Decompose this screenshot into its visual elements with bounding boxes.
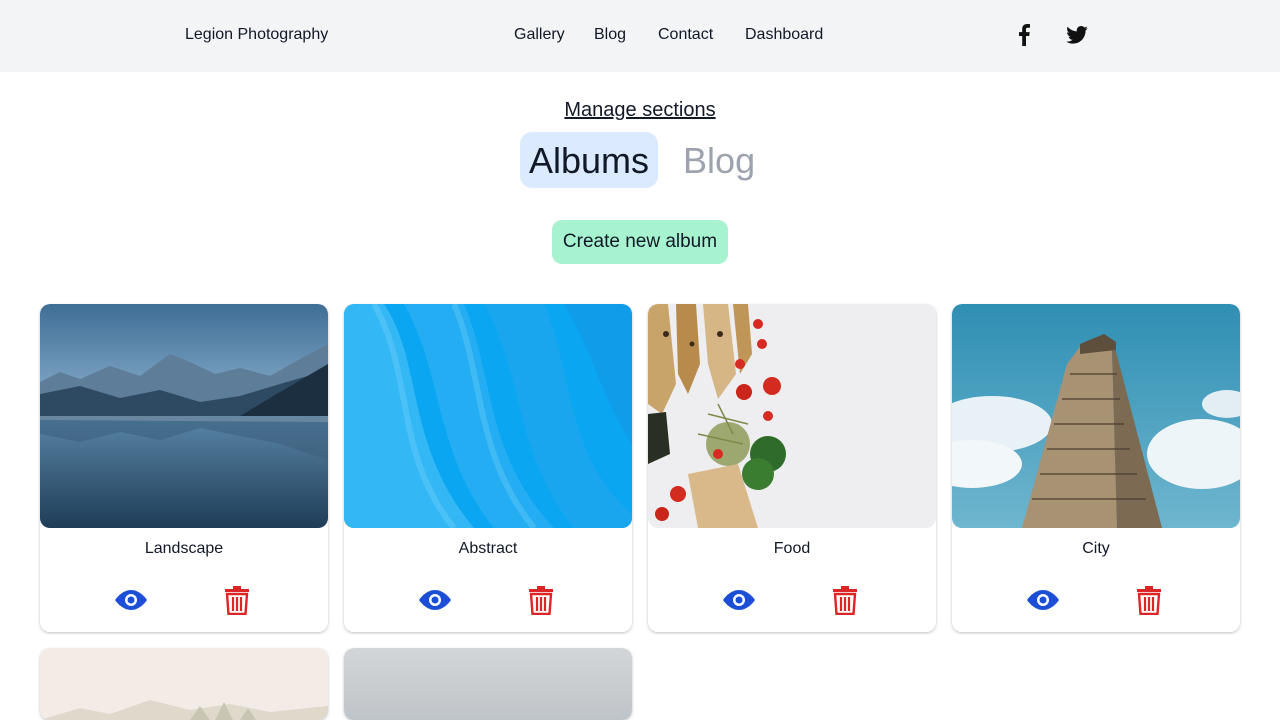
brand-link[interactable]: Legion Photography (185, 26, 328, 44)
tab-blog[interactable]: Blog (674, 132, 764, 188)
manage-sections-title[interactable]: Manage sections (0, 99, 1280, 122)
album-card-city: City (952, 304, 1240, 632)
nav-contact[interactable]: Contact (658, 26, 713, 44)
tab-albums[interactable]: Albums (520, 132, 659, 188)
album-title: Food (773, 540, 811, 557)
nav-blog[interactable]: Blog (594, 26, 626, 44)
trash-icon[interactable] (523, 582, 559, 618)
section-tabs: Albums Blog (520, 132, 764, 188)
album-card-food: Food (648, 304, 936, 632)
album-thumbnail[interactable] (344, 648, 632, 720)
album-thumbnail-city[interactable] (952, 304, 1240, 528)
album-thumbnail-abstract[interactable] (344, 304, 632, 528)
album-title: City (1082, 540, 1110, 557)
eye-icon[interactable] (1025, 582, 1061, 618)
album-card-abstract: Abstract (344, 304, 632, 632)
album-title: Abstract (458, 540, 518, 557)
eye-icon[interactable] (721, 582, 757, 618)
nav-dashboard[interactable]: Dashboard (745, 26, 823, 44)
top-navbar: Legion Photography Gallery Blog Contact … (0, 0, 1280, 72)
album-card-misty-forest (40, 648, 328, 720)
album-thumbnail[interactable] (40, 648, 328, 720)
album-thumbnail-landscape[interactable] (40, 304, 328, 528)
album-thumbnail-food[interactable] (648, 304, 936, 528)
twitter-icon[interactable] (1064, 22, 1090, 48)
facebook-icon[interactable] (1011, 22, 1037, 48)
trash-icon[interactable] (1131, 582, 1167, 618)
album-card-landscape: Landscape (40, 304, 328, 632)
nav-gallery[interactable]: Gallery (514, 26, 565, 44)
trash-icon[interactable] (219, 582, 255, 618)
trash-icon[interactable] (827, 582, 863, 618)
eye-icon[interactable] (417, 582, 453, 618)
album-title: Landscape (144, 540, 224, 557)
album-card-grey-sky (344, 648, 632, 720)
create-album-button[interactable]: Create new album (552, 220, 728, 264)
eye-icon[interactable] (113, 582, 149, 618)
